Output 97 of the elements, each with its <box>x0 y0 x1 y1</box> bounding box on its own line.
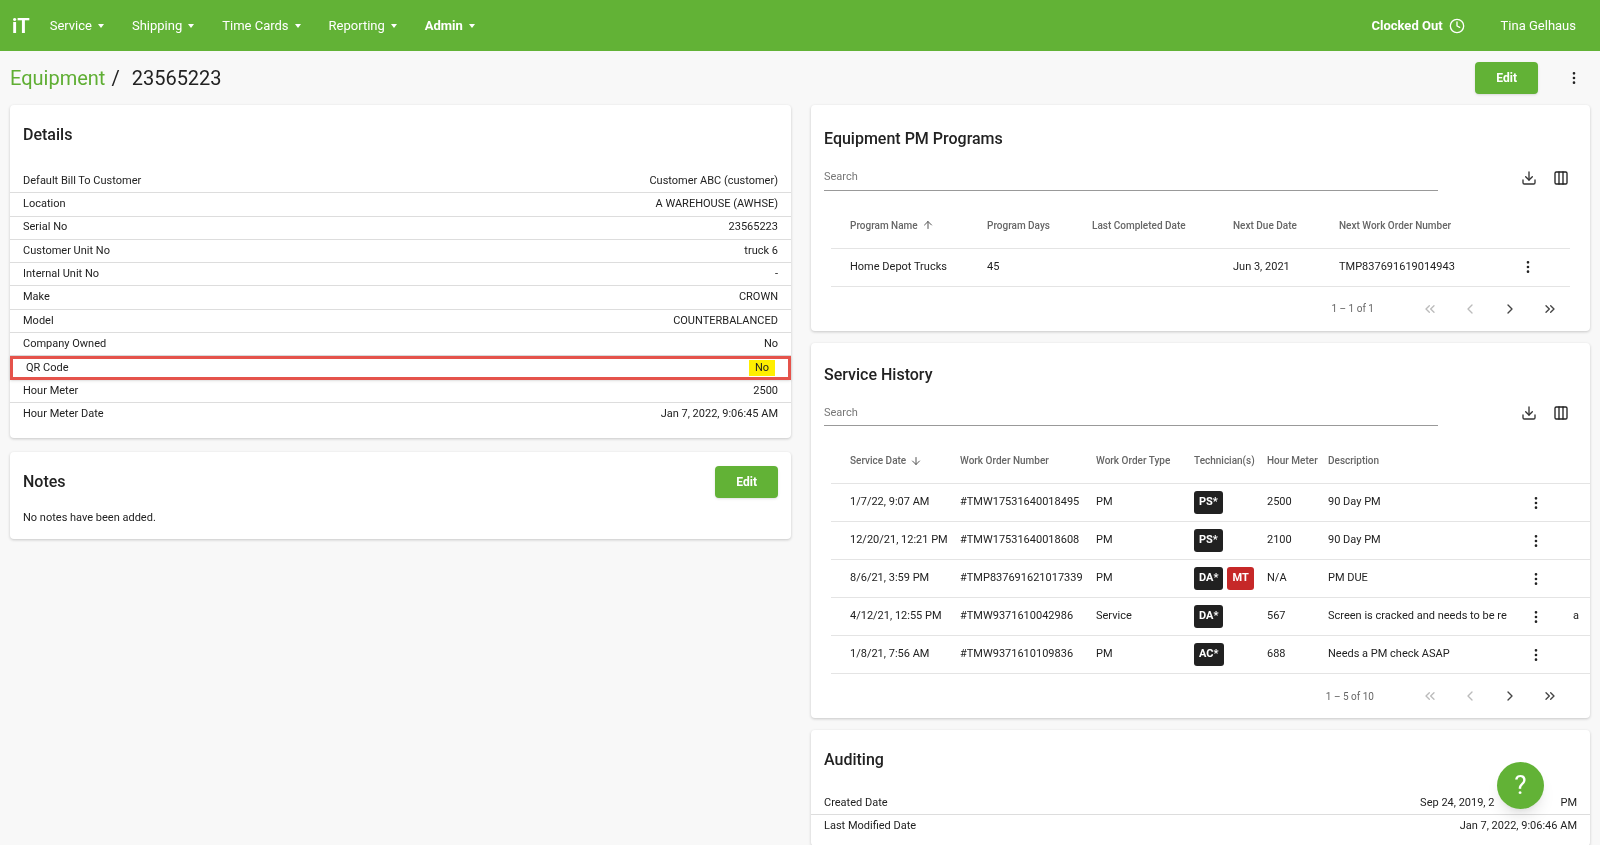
breadcrumb-current: 23565223 <box>131 65 222 92</box>
detail-label: Hour Meter <box>23 382 79 399</box>
table-cell: Home Depot Trucks <box>850 259 947 273</box>
table-cell: Needs a PM check ASAP <box>1328 647 1450 661</box>
columns-icon[interactable] <box>1553 169 1569 186</box>
detail-label: Make <box>23 289 50 306</box>
detail-value: A WAREHOUSE (AWHSE) <box>655 196 778 213</box>
empty-notes-message: No notes have been added. <box>22 510 157 527</box>
technician-tag: DA* <box>1194 567 1224 590</box>
table-cell: #TMW9371610109836 <box>960 647 1074 661</box>
table-cell: Jun 3, 2021 <box>1233 259 1290 273</box>
technician-tag: AC* <box>1194 643 1224 666</box>
detail-label: Serial No <box>23 219 68 236</box>
table-cell: 90 Day PM <box>1328 495 1381 509</box>
table-cell: #TMW9371610042986 <box>960 609 1074 623</box>
column-header[interactable]: Technician(s) <box>1194 453 1267 468</box>
detail-value: truck 6 <box>744 242 778 259</box>
table-cell: PM <box>1096 647 1113 661</box>
audit-value: Jan 7, 2022, 9:06:46 AM <box>1459 818 1577 835</box>
caret-icon <box>390 23 397 28</box>
detail-value: 2500 <box>753 382 778 399</box>
column-header[interactable]: Next Due Date <box>1233 217 1339 233</box>
column-header[interactable]: Hour Meter <box>1267 453 1328 468</box>
audit-label: Last Modified Date <box>824 818 917 835</box>
table-cell: N/A <box>1267 571 1287 585</box>
detail-label: Internal Unit No <box>23 266 100 283</box>
table-cell: a <box>1573 608 1579 625</box>
card-title: Auditing <box>824 749 884 771</box>
detail-value: CROWN <box>738 289 778 306</box>
column-header[interactable]: Program Days <box>987 217 1092 233</box>
detail-value: No <box>763 335 778 352</box>
table-cell: 567 <box>1267 609 1286 623</box>
audit-value-end: PM <box>1560 794 1577 811</box>
card-title: Service History <box>823 363 934 386</box>
column-header[interactable]: Program Name <box>850 217 987 233</box>
card-title: Equipment PM Programs <box>823 128 1004 150</box>
caret-icon <box>188 23 195 28</box>
pagination-label: 1 – 5 of 10 <box>1325 689 1374 704</box>
table-cell: Service <box>1096 609 1132 623</box>
column-header[interactable]: Service Date <box>850 453 960 468</box>
table-cell: PM <box>1096 495 1113 509</box>
breadcrumb-separator: / <box>111 65 120 92</box>
search-field[interactable]: Search <box>824 400 1438 426</box>
table-cell: 2500 <box>1267 495 1292 509</box>
technician-tag: PS* <box>1194 491 1223 514</box>
table-cell: TMP837691619014943 <box>1339 259 1455 273</box>
clock-status: Clocked Out <box>1371 16 1443 35</box>
table-cell: #TMW17531640018608 <box>960 533 1080 547</box>
table-cell: 90 Day PM <box>1328 533 1381 547</box>
detail-value: COUNTERBALANCED <box>673 312 778 329</box>
detail-label: Default Bill To Customer <box>23 172 142 189</box>
table-cell: 688 <box>1267 647 1286 661</box>
table-cell: 1/7/22, 9:07 AM <box>850 495 930 509</box>
table-cell: 1/8/21, 7:56 AM <box>850 647 930 661</box>
detail-label: Location <box>23 196 66 213</box>
table-cell: PM <box>1096 533 1113 547</box>
table-cell: #TMP837691621017339 <box>960 571 1083 585</box>
caret-icon <box>468 23 475 28</box>
audit-value: Sep 24, 2019, 2 <box>1420 794 1495 811</box>
table-cell: PM DUE <box>1328 571 1368 585</box>
table-cell: Screen is cracked and needs to be re <box>1328 609 1507 623</box>
technician-tag: DA* <box>1194 605 1224 628</box>
detail-label: Hour Meter Date <box>23 406 104 423</box>
audit-label: Created Date <box>824 794 888 811</box>
detail-label: Model <box>23 312 54 329</box>
column-header[interactable]: Description <box>1328 453 1518 468</box>
table-cell: 12/20/21, 12:21 PM <box>850 533 948 547</box>
table-cell: #TMW17531640018495 <box>960 495 1080 509</box>
pagination-label: 1 – 1 of 1 <box>1331 302 1374 316</box>
detail-value: No <box>748 359 775 377</box>
column-header[interactable]: Last Completed Date <box>1092 217 1233 233</box>
detail-value: 23565223 <box>728 219 778 236</box>
table-cell: 2100 <box>1267 533 1292 547</box>
clock-icon[interactable] <box>1448 17 1465 34</box>
technician-tag: PS* <box>1194 529 1223 552</box>
table-cell: 45 <box>987 259 1000 273</box>
caret-icon <box>294 23 301 28</box>
caret-icon <box>98 23 104 28</box>
detail-value: - <box>774 266 778 283</box>
detail-label: Company Owned <box>23 335 107 352</box>
search-field[interactable]: Search <box>824 165 1438 191</box>
column-header[interactable]: Next Work Order Number <box>1339 217 1519 233</box>
detail-label: QR Code <box>26 359 69 376</box>
download-icon[interactable] <box>1521 169 1537 186</box>
detail-value: Jan 7, 2022, 9:06:45 AM <box>660 406 778 423</box>
card-title: Details <box>22 124 74 146</box>
column-header[interactable]: Work Order Number <box>960 453 1096 468</box>
table-cell: 4/12/21, 12:55 PM <box>850 609 942 623</box>
column-header[interactable]: Work Order Type <box>1096 453 1194 468</box>
detail-label: Customer Unit No <box>23 242 110 259</box>
card-title: Notes <box>23 471 66 494</box>
table-cell: 8/6/21, 3:59 PM <box>850 571 930 585</box>
technician-tag: MT <box>1227 567 1254 590</box>
columns-icon[interactable] <box>1553 405 1569 422</box>
table-cell: PM <box>1096 571 1113 585</box>
download-icon[interactable] <box>1521 405 1537 422</box>
detail-value: Customer ABC (customer) <box>649 172 778 189</box>
